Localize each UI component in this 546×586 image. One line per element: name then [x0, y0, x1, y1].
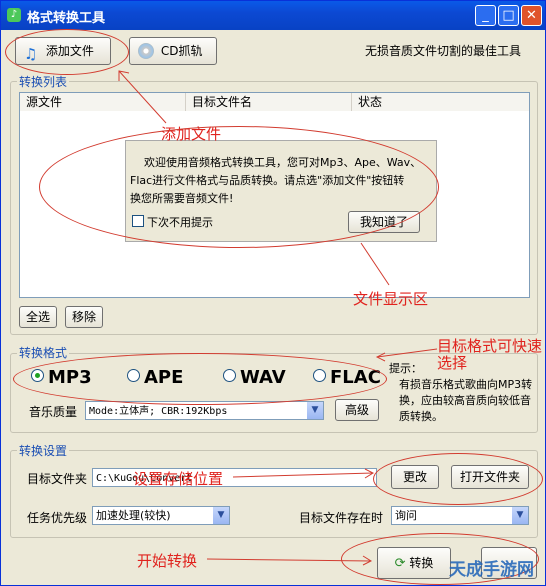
- annotation-save-location: 设置存储位置: [133, 470, 224, 488]
- annotation-oval-file-area: [39, 126, 439, 248]
- watermark: 天成手游网: [449, 560, 534, 580]
- tagline: 无损音质文件切割的最佳工具: [365, 44, 522, 58]
- settings-group-label: 转换设置: [17, 442, 70, 459]
- file-list-group-label: 转换列表: [17, 73, 70, 90]
- file-exists-select[interactable]: 询问 ▼: [391, 506, 529, 525]
- target-folder-label: 目标文件夹: [27, 472, 88, 486]
- annotation-oval-format: [13, 353, 387, 405]
- file-exists-label: 目标文件存在时: [299, 511, 384, 525]
- remove-button[interactable]: 移除: [65, 306, 103, 328]
- format-group-label: 转换格式: [17, 344, 70, 361]
- cd-rip-label: CD抓轨: [160, 44, 203, 58]
- annotation-arrow-file-area: [360, 242, 390, 286]
- app-window: ♪ 格式转换工具 _ □ ✕ ♫ 添加文件 CD抓轨 无损音质文件切割的最佳工具…: [0, 0, 546, 586]
- hint-text: 有损音乐格式歌曲向MP3转换，应由较高音质向较低音质转换。: [399, 378, 533, 423]
- annotation-target-format: 目标格式可快速选择: [437, 337, 543, 372]
- window-title: 格式转换工具: [27, 11, 106, 26]
- priority-label: 任务优先级: [27, 511, 88, 525]
- annotation-arrow-format: [375, 348, 438, 362]
- quality-label: 音乐质量: [29, 405, 78, 419]
- annotation-arrow-start: [206, 555, 373, 566]
- app-icon: ♪: [7, 8, 21, 22]
- chevron-down-icon[interactable]: ▼: [213, 507, 229, 524]
- file-exists-value: 询问: [395, 509, 417, 522]
- chevron-down-icon[interactable]: ▼: [307, 402, 323, 419]
- column-header-target-name[interactable]: 目标文件名: [186, 93, 352, 111]
- cd-icon: [138, 43, 154, 59]
- maximize-button[interactable]: □: [498, 5, 519, 26]
- annotation-start: 开始转换: [137, 552, 198, 570]
- cd-rip-button[interactable]: CD抓轨: [129, 37, 217, 65]
- column-header-status[interactable]: 状态: [352, 93, 529, 111]
- advanced-button[interactable]: 高级: [335, 399, 379, 421]
- title-bar[interactable]: ♪ 格式转换工具 _ □ ✕: [1, 1, 545, 30]
- chevron-down-icon[interactable]: ▼: [512, 507, 528, 524]
- priority-value: 加速处理(较快): [96, 509, 171, 522]
- minimize-button[interactable]: _: [475, 5, 496, 26]
- annotation-arrow-add-file: [118, 70, 167, 124]
- close-button[interactable]: ✕: [521, 5, 542, 26]
- priority-select[interactable]: 加速处理(较快) ▼: [92, 506, 230, 525]
- annotation-file-area: 文件显示区: [353, 290, 429, 308]
- select-all-button[interactable]: 全选: [19, 306, 57, 328]
- quality-value: Mode:立体声; CBR:192Kbps: [89, 406, 228, 417]
- annotation-arrow-folder: [232, 468, 375, 479]
- annotation-oval-folder: [373, 453, 543, 505]
